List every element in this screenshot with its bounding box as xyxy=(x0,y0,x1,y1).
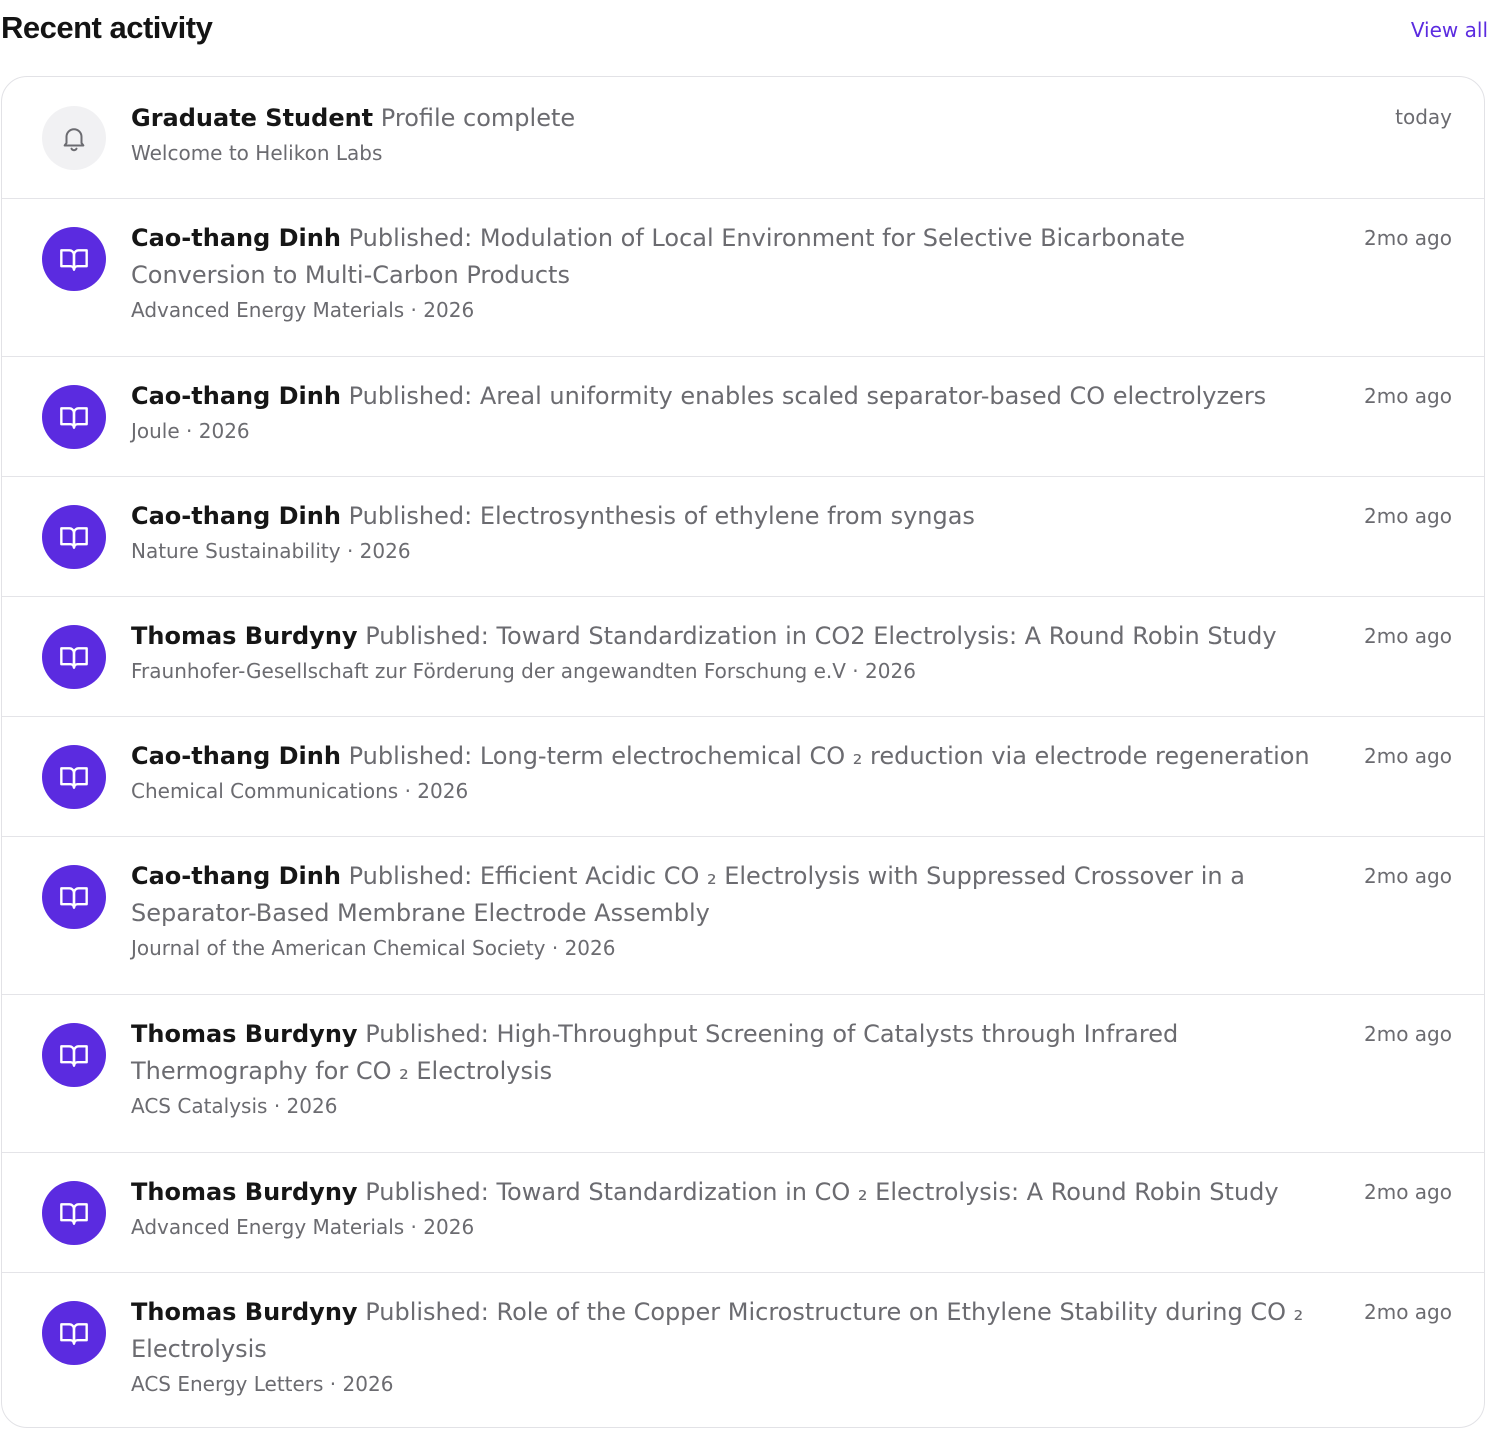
activity-subtitle: Advanced Energy Materials · 2026 xyxy=(131,298,475,322)
section-title: Recent activity xyxy=(1,10,213,45)
activity-text: Thomas Burdyny Published: Toward Standar… xyxy=(131,618,1324,655)
activity-action: Published: Long-term electrochemical CO … xyxy=(348,742,1310,770)
activity-text: Cao-thang Dinh Published: Long-term elec… xyxy=(131,738,1324,775)
activity-subtitle: Fraunhofer-Gesellschaft zur Förderung de… xyxy=(131,659,916,683)
activity-time: 2mo ago xyxy=(1364,504,1452,528)
activity-item[interactable]: Cao-thang Dinh Published: Areal uniformi… xyxy=(2,356,1484,476)
activity-actor: Graduate Student xyxy=(131,104,374,132)
book-icon xyxy=(42,1181,106,1245)
book-icon xyxy=(42,385,106,449)
activity-text: Cao-thang Dinh Published: Efficient Acid… xyxy=(131,858,1324,932)
activity-time: 2mo ago xyxy=(1364,624,1452,648)
activity-time: 2mo ago xyxy=(1364,226,1452,250)
activity-item[interactable]: Cao-thang Dinh Published: Long-term elec… xyxy=(2,716,1484,836)
activity-time: 2mo ago xyxy=(1364,1022,1452,1046)
book-icon xyxy=(42,745,106,809)
activity-item[interactable]: Thomas Burdyny Published: High-Throughpu… xyxy=(2,994,1484,1152)
activity-item[interactable]: Graduate Student Profile complete Welcom… xyxy=(2,77,1484,198)
activity-action: Published: Electrosynthesis of ethylene … xyxy=(348,502,975,530)
activity-text: Thomas Burdyny Published: Role of the Co… xyxy=(131,1294,1324,1368)
activity-item[interactable]: Cao-thang Dinh Published: Efficient Acid… xyxy=(2,836,1484,994)
activity-subtitle: ACS Energy Letters · 2026 xyxy=(131,1372,394,1396)
activity-subtitle: Chemical Communications · 2026 xyxy=(131,779,469,803)
view-all-link[interactable]: View all xyxy=(1411,16,1488,44)
activity-actor: Thomas Burdyny xyxy=(131,1298,358,1326)
activity-actor: Thomas Burdyny xyxy=(131,622,358,650)
activity-time: today xyxy=(1395,105,1452,129)
activity-item[interactable]: Cao-thang Dinh Published: Modulation of … xyxy=(2,198,1484,356)
activity-time: 2mo ago xyxy=(1364,1300,1452,1324)
activity-subtitle: Nature Sustainability · 2026 xyxy=(131,539,411,563)
activity-text: Thomas Burdyny Published: High-Throughpu… xyxy=(131,1016,1324,1090)
activity-time: 2mo ago xyxy=(1364,384,1452,408)
activity-actor: Cao-thang Dinh xyxy=(131,742,341,770)
activity-time: 2mo ago xyxy=(1364,1180,1452,1204)
activity-card: Graduate Student Profile complete Welcom… xyxy=(1,76,1485,1428)
book-icon xyxy=(42,625,106,689)
activity-actor: Cao-thang Dinh xyxy=(131,224,341,252)
activity-action: Published: Toward Standardization in CO2… xyxy=(365,622,1277,650)
activity-time: 2mo ago xyxy=(1364,864,1452,888)
book-icon xyxy=(42,505,106,569)
activity-subtitle: Welcome to Helikon Labs xyxy=(131,141,383,165)
activity-text: Cao-thang Dinh Published: Areal uniformi… xyxy=(131,378,1324,415)
activity-text: Graduate Student Profile complete xyxy=(131,100,1324,137)
activity-subtitle: Joule · 2026 xyxy=(131,419,250,443)
book-icon xyxy=(42,1301,106,1365)
bell-icon xyxy=(42,106,106,170)
activity-action: Published: Toward Standardization in CO … xyxy=(365,1178,1279,1206)
activity-actor: Cao-thang Dinh xyxy=(131,382,341,410)
activity-header: Recent activity View all xyxy=(0,0,1488,60)
activity-subtitle: ACS Catalysis · 2026 xyxy=(131,1094,338,1118)
activity-actor: Cao-thang Dinh xyxy=(131,502,341,530)
book-icon xyxy=(42,227,106,291)
book-icon xyxy=(42,1023,106,1087)
activity-actor: Thomas Burdyny xyxy=(131,1178,358,1206)
activity-item[interactable]: Cao-thang Dinh Published: Electrosynthes… xyxy=(2,476,1484,596)
activity-item[interactable]: Thomas Burdyny Published: Role of the Co… xyxy=(2,1272,1484,1427)
book-icon xyxy=(42,865,106,929)
activity-action: Published: Areal uniformity enables scal… xyxy=(348,382,1267,410)
activity-subtitle: Journal of the American Chemical Society… xyxy=(131,936,616,960)
activity-subtitle: Advanced Energy Materials · 2026 xyxy=(131,1215,475,1239)
activity-actor: Cao-thang Dinh xyxy=(131,862,341,890)
activity-item[interactable]: Thomas Burdyny Published: Toward Standar… xyxy=(2,1152,1484,1272)
activity-text: Thomas Burdyny Published: Toward Standar… xyxy=(131,1174,1324,1211)
activity-actor: Thomas Burdyny xyxy=(131,1020,358,1048)
activity-text: Cao-thang Dinh Published: Electrosynthes… xyxy=(131,498,1324,535)
activity-action: Profile complete xyxy=(380,104,576,132)
activity-time: 2mo ago xyxy=(1364,744,1452,768)
activity-item[interactable]: Thomas Burdyny Published: Toward Standar… xyxy=(2,596,1484,716)
activity-text: Cao-thang Dinh Published: Modulation of … xyxy=(131,220,1324,294)
